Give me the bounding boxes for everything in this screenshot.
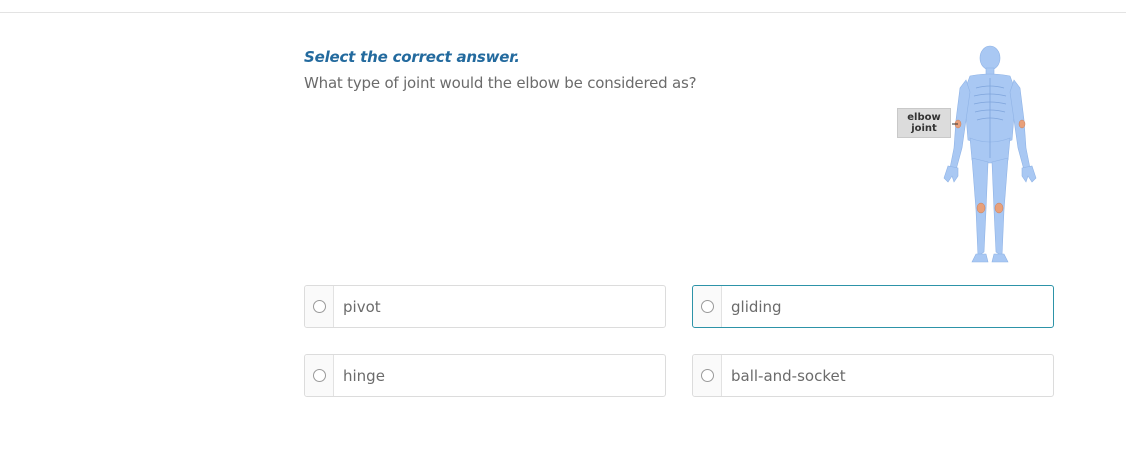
radio-button[interactable] xyxy=(700,369,714,382)
option-ball-and-socket[interactable]: ball-and-socket xyxy=(692,354,1054,397)
option-label: hinge xyxy=(343,366,385,385)
label-line-1: elbow xyxy=(907,112,941,123)
radio-cell[interactable] xyxy=(693,286,722,327)
instruction-text: Select the correct answer. xyxy=(304,48,520,66)
option-label: pivot xyxy=(343,297,381,316)
radio-button[interactable] xyxy=(312,369,326,382)
human-body-illustration xyxy=(943,45,1037,263)
radio-cell[interactable] xyxy=(693,355,722,396)
option-pivot[interactable]: pivot xyxy=(304,285,666,328)
question-prompt: What type of joint would the elbow be co… xyxy=(304,74,697,92)
option-gliding[interactable]: gliding xyxy=(692,285,1054,328)
skeleton-figure: elbow joint xyxy=(892,40,1042,270)
radio-button[interactable] xyxy=(312,300,326,313)
option-hinge[interactable]: hinge xyxy=(304,354,666,397)
elbow-joint-label: elbow joint xyxy=(897,108,951,138)
option-label: gliding xyxy=(731,297,782,316)
radio-cell[interactable] xyxy=(305,286,334,327)
question-block: Select the correct answer. What type of … xyxy=(304,48,864,92)
label-line-2: joint xyxy=(911,123,937,134)
radio-button[interactable] xyxy=(700,300,714,313)
top-divider xyxy=(0,12,1126,13)
option-label: ball-and-socket xyxy=(731,366,846,385)
radio-cell[interactable] xyxy=(305,355,334,396)
